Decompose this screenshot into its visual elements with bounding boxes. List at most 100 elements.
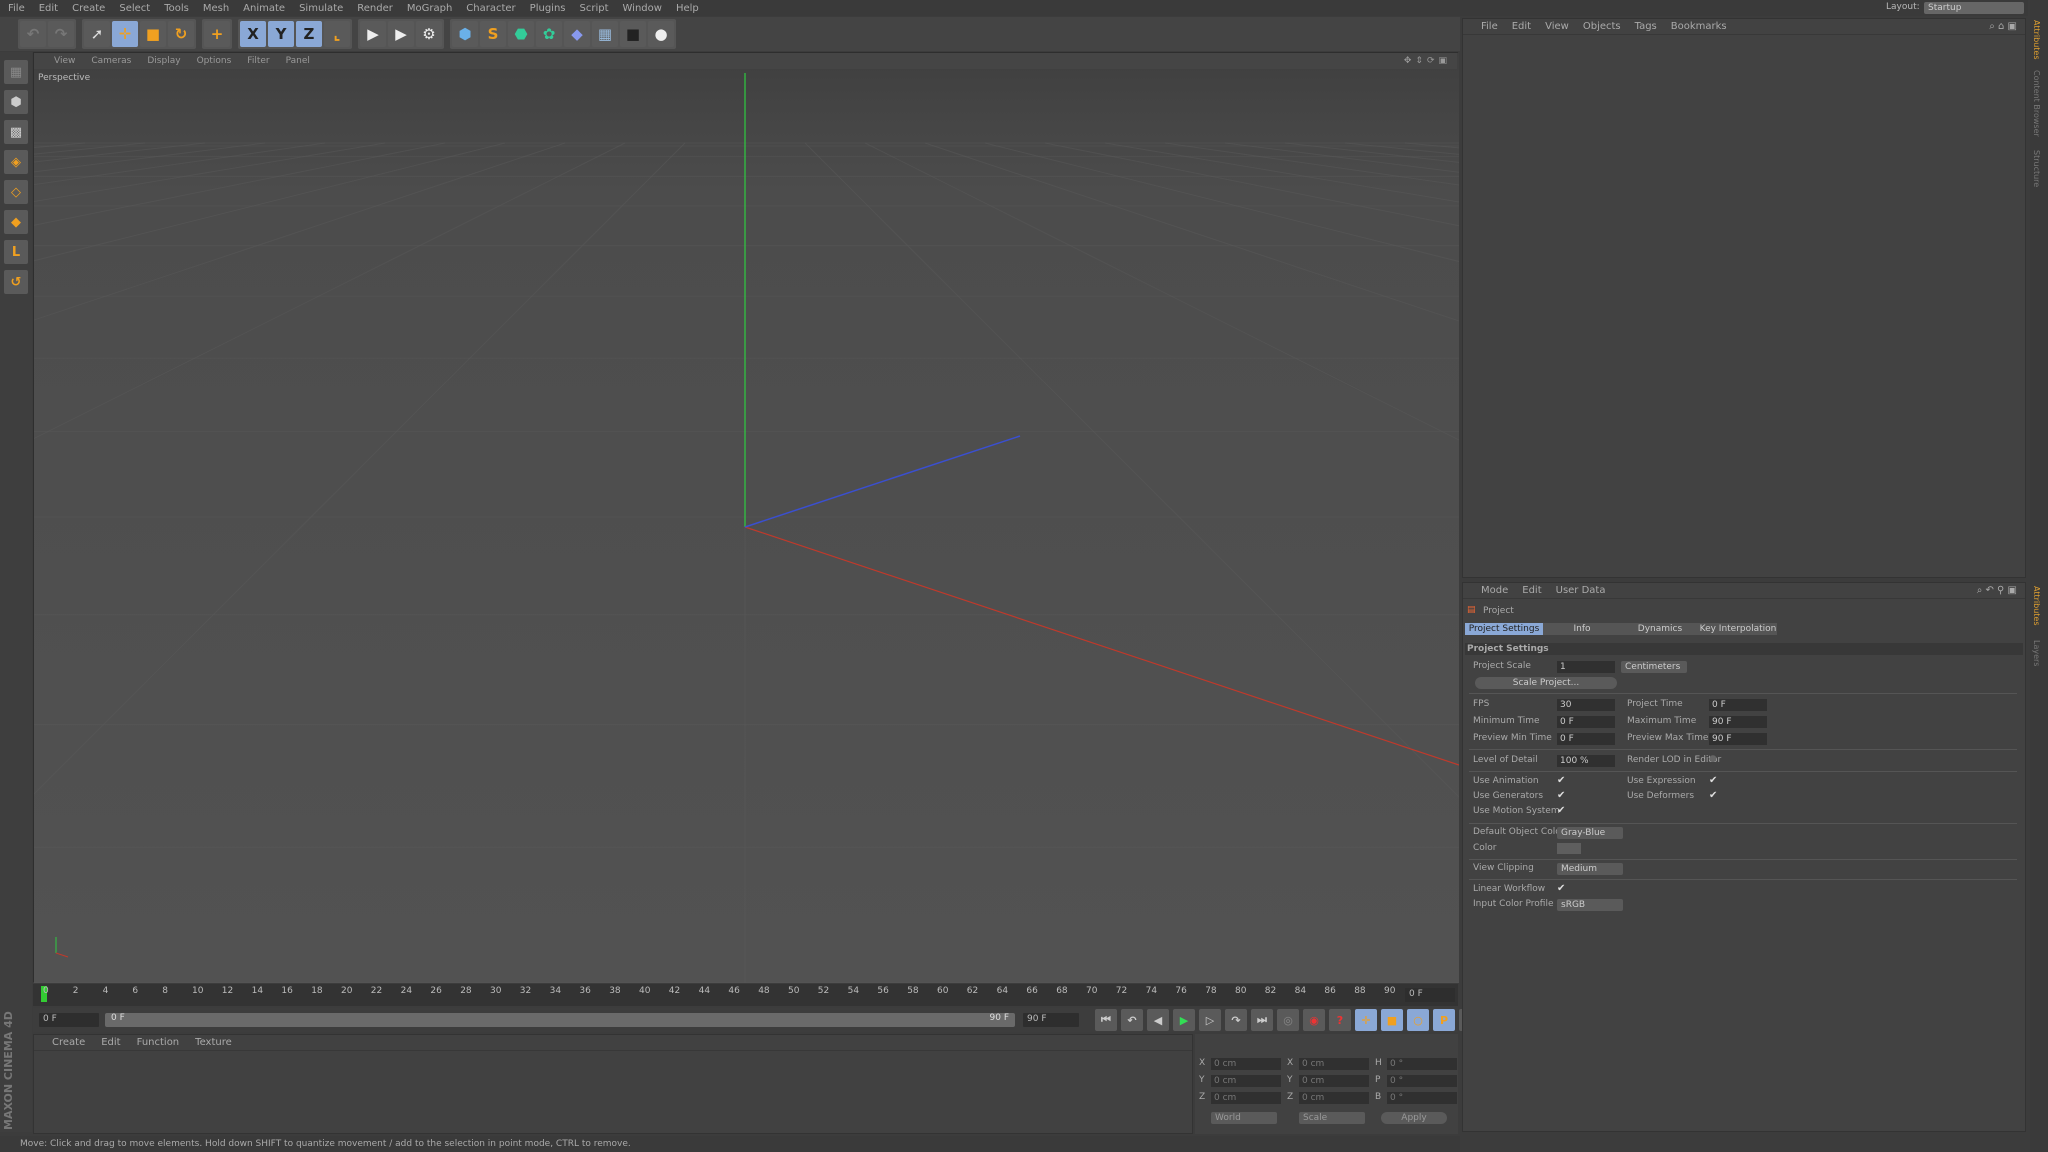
tab-project-settings[interactable]: Project Settings [1465,623,1543,635]
menu-render[interactable]: Render [357,3,393,14]
points-mode-icon[interactable]: ◈ [4,150,28,174]
recent-tool-icon[interactable]: + [204,21,230,47]
preview-max-time-input[interactable]: 90 F [1709,733,1767,745]
deformer-icon[interactable]: ◆ [564,21,590,47]
texture-mode-icon[interactable]: ▩ [4,120,28,144]
live-selection-icon[interactable]: ➚ [84,21,110,47]
coord-input[interactable]: 0 cm [1299,1075,1369,1087]
use-generators-checkbox[interactable]: ✔ [1557,790,1565,801]
material-menu-texture[interactable]: Texture [195,1037,232,1048]
go-to-end-icon[interactable]: ⏭ [1251,1009,1273,1031]
side-tab-layers[interactable]: Layers [2032,640,2041,666]
viewport-menu-panel[interactable]: Panel [286,56,310,66]
menu-create[interactable]: Create [72,3,105,14]
side-tab-content-browser[interactable]: Content Browser [2032,70,2041,137]
previous-frame-icon[interactable]: ◀ [1147,1009,1169,1031]
objects-menu-file[interactable]: File [1481,21,1498,32]
objects-menu-view[interactable]: View [1545,21,1569,32]
end-frame-field[interactable]: 90 F [1023,1013,1079,1027]
coordinate-system-icon[interactable]: ⌞ [324,21,350,47]
use-motion-system-checkbox[interactable]: ✔ [1557,805,1565,816]
spline-icon[interactable]: S [480,21,506,47]
render-lod-checkbox[interactable]: ● [1709,754,1717,764]
objects-menu-bookmarks[interactable]: Bookmarks [1671,21,1727,32]
timeline-ruler[interactable]: 0 2 4 6 8 10 12 14 16 18 20 22 24 26 28 30 32 34 36 38 40 42 4… [33,984,1458,1006]
menu-select[interactable]: Select [119,3,150,14]
menu-plugins[interactable]: Plugins [530,3,566,14]
cube-icon[interactable]: ⬢ [452,21,478,47]
x-axis-icon[interactable]: X [240,21,266,47]
rotate-icon[interactable]: ↻ [168,21,194,47]
camera-icon[interactable]: ■ [620,21,646,47]
maximum-time-input[interactable]: 90 F [1709,716,1767,728]
viewport-menu-display[interactable]: Display [147,56,180,66]
current-frame-field[interactable]: 0 F [1405,988,1455,1002]
project-time-input[interactable]: 0 F [1709,699,1767,711]
objects-menu-edit[interactable]: Edit [1512,21,1531,32]
use-expression-checkbox[interactable]: ✔ [1709,775,1717,786]
material-menu-function[interactable]: Function [137,1037,180,1048]
apply-button[interactable]: Apply [1381,1112,1447,1124]
layout-dropdown[interactable]: Startup [1924,2,2024,14]
z-axis-icon[interactable]: Z [296,21,322,47]
side-tab-attributes-top[interactable]: Attributes [2032,20,2041,60]
menu-window[interactable]: Window [623,3,662,14]
material-menu-create[interactable]: Create [52,1037,85,1048]
scale-icon[interactable]: ■ [140,21,166,47]
viewport-menu-view[interactable]: View [54,56,75,66]
tab-dynamics[interactable]: Dynamics [1621,623,1699,635]
go-to-start-icon[interactable]: ⏮ [1095,1009,1117,1031]
model-mode-icon[interactable]: ⬢ [4,90,28,114]
play-icon[interactable]: ▶ [1173,1009,1195,1031]
viewport-menu-filter[interactable]: Filter [247,56,269,66]
tweak-mode-icon[interactable]: ↺ [4,270,28,294]
undo-icon[interactable]: ↶ [20,21,46,47]
scale-project-button[interactable]: Scale Project... [1475,677,1617,689]
keyframe-selection-icon[interactable]: ? [1329,1009,1351,1031]
coord-mode-dropdown[interactable]: World [1211,1112,1277,1124]
coord-input[interactable]: 0 cm [1211,1092,1281,1104]
y-axis-icon[interactable]: Y [268,21,294,47]
menu-mesh[interactable]: Mesh [203,3,229,14]
array-icon[interactable]: ✿ [536,21,562,47]
key-scale-icon[interactable]: ■ [1381,1009,1403,1031]
menu-character[interactable]: Character [466,3,515,14]
side-tab-structure[interactable]: Structure [2032,150,2041,187]
menu-help[interactable]: Help [676,3,699,14]
menu-script[interactable]: Script [580,3,609,14]
render-picture-viewer-icon[interactable]: ▶ [388,21,414,47]
use-deformers-checkbox[interactable]: ✔ [1709,790,1717,801]
default-object-color-dropdown[interactable]: Gray-Blue [1557,827,1623,839]
view-clipping-dropdown[interactable]: Medium [1557,863,1623,875]
coord-input[interactable]: 0 cm [1211,1075,1281,1087]
perspective-viewport[interactable]: View Cameras Display Options Filter Panel ✥⇕⟳… [33,52,1459,983]
menu-edit[interactable]: Edit [39,3,58,14]
next-key-icon[interactable]: ↷ [1225,1009,1247,1031]
coord-input[interactable]: 0 cm [1211,1058,1281,1070]
axis-mode-icon[interactable]: L [4,240,28,264]
level-of-detail-input[interactable]: 100 % [1557,755,1615,767]
input-color-profile-dropdown[interactable]: sRGB [1557,899,1623,911]
minimum-time-input[interactable]: 0 F [1557,716,1615,728]
move-icon[interactable]: ✛ [112,21,138,47]
key-rotation-icon[interactable]: ○ [1407,1009,1429,1031]
project-scale-unit-dropdown[interactable]: Centimeters [1621,661,1687,673]
project-scale-input[interactable]: 1 [1557,661,1615,673]
record-keys-icon[interactable]: ◎ [1277,1009,1299,1031]
viewport-menu-options[interactable]: Options [197,56,232,66]
menu-animate[interactable]: Animate [243,3,285,14]
coord-input[interactable]: 0 ° [1387,1058,1457,1070]
render-view-icon[interactable]: ▶ [360,21,386,47]
use-animation-checkbox[interactable]: ✔ [1557,775,1565,786]
viewport-menu-cameras[interactable]: Cameras [91,56,131,66]
side-tab-attributes[interactable]: Attributes [2032,586,2041,626]
material-menu-edit[interactable]: Edit [101,1037,120,1048]
redo-icon[interactable]: ↷ [48,21,74,47]
coord-scale-dropdown[interactable]: Scale [1299,1112,1365,1124]
coord-input[interactable]: 0 cm [1299,1092,1369,1104]
start-frame-field[interactable]: 0 F [39,1013,99,1027]
floor-icon[interactable]: ▦ [592,21,618,47]
menu-simulate[interactable]: Simulate [299,3,343,14]
polygons-mode-icon[interactable]: ◆ [4,210,28,234]
tab-key-interpolation[interactable]: Key Interpolation [1699,623,1777,635]
